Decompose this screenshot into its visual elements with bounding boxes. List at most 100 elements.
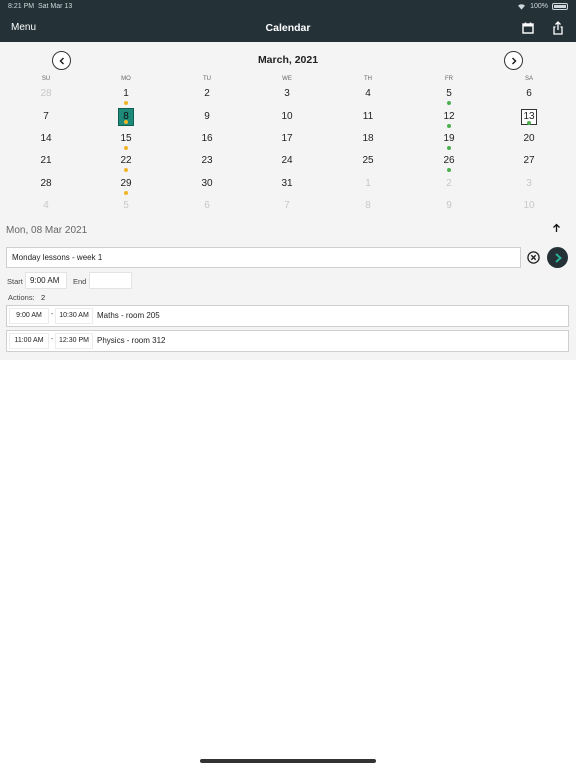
calendar-day[interactable]: 7 [267,196,307,216]
calendar-day[interactable]: 15 [106,129,146,150]
start-label: Start [7,277,23,286]
weekday-label: TH [364,76,372,82]
calendar-day[interactable]: 25 [348,151,388,171]
calendar-day[interactable]: 4 [348,84,388,104]
calendar-day[interactable]: 20 [509,129,549,149]
share-icon[interactable] [550,20,566,36]
day-number: 6 [526,88,532,99]
calendar-day[interactable]: 28 [26,84,66,104]
end-time-field[interactable] [89,272,132,289]
calendar-day[interactable]: 29 [106,174,146,195]
calendar-day[interactable]: 17 [267,129,307,149]
day-number: 17 [281,133,293,144]
actions-label: Actions: [8,293,35,302]
weekday-label: WE [282,76,292,82]
action-description: Maths - room 205 [97,311,160,320]
day-number: 2 [204,88,210,99]
battery-percent: 100% [530,3,548,10]
calendar-day[interactable]: 1 [106,84,146,105]
day-number: 3 [526,178,532,189]
day-number: 25 [362,155,374,166]
day-number: 8 [365,200,371,211]
action-row[interactable]: 11:00 AM - 12:30 PM Physics - room 312 [6,330,569,352]
day-number: 6 [204,200,210,211]
event-dot-icon [447,146,451,150]
calendar-day-today[interactable]: 13 [521,109,537,125]
calendar-day-selected[interactable]: 8 [118,108,134,126]
calendar-icon[interactable] [520,20,536,36]
day-number: 1 [123,88,129,99]
weekday-label: TU [203,76,211,82]
day-number: 4 [365,88,371,99]
calendar-day[interactable]: 23 [187,151,227,171]
calendar-day[interactable]: 3 [509,174,549,194]
calendar-day[interactable]: 21 [26,151,66,171]
action-end-time[interactable]: 12:30 PM [55,333,93,349]
action-row[interactable]: 9:00 AM - 10:30 AM Maths - room 205 [6,305,569,327]
calendar-day[interactable]: 9 [429,196,469,216]
actions-count: 2 [41,293,46,302]
calendar-day[interactable]: 19 [429,129,469,150]
home-indicator [200,759,376,763]
start-time-field[interactable]: 9:00 AM [25,272,67,289]
calendar-day[interactable]: 8 [348,196,388,216]
calendar-day[interactable]: 3 [267,84,307,104]
day-number: 7 [284,200,290,211]
calendar-day[interactable]: 28 [26,174,66,194]
calendar-day[interactable]: 24 [267,151,307,171]
day-number: 9 [446,200,452,211]
day-number: 19 [443,133,455,144]
calendar-day[interactable]: 31 [267,174,307,194]
day-number: 4 [43,200,49,211]
day-number: 2 [446,178,452,189]
calendar-day[interactable]: 10 [267,107,307,127]
submit-button[interactable] [547,247,568,268]
day-number: 26 [443,155,455,166]
calendar-day[interactable]: 6 [187,196,227,216]
event-dot-icon [447,124,451,128]
day-number: 30 [201,178,213,189]
day-number: 1 [365,178,371,189]
calendar-day[interactable]: 22 [106,151,146,172]
calendar-day[interactable]: 7 [26,107,66,127]
calendar-day[interactable]: 5 [429,84,469,105]
day-number: 16 [201,133,213,144]
calendar-day[interactable]: 1 [348,174,388,194]
calendar-day[interactable]: 9 [187,107,227,127]
calendar-day[interactable]: 14 [26,129,66,149]
calendar-day[interactable]: 18 [348,129,388,149]
page-title: Calendar [265,22,311,34]
action-start-time[interactable]: 9:00 AM [9,308,49,324]
next-month-button[interactable] [504,51,523,70]
calendar-day[interactable]: 2 [429,174,469,194]
calendar-day[interactable]: 10 [509,196,549,216]
action-end-time[interactable]: 10:30 AM [55,308,93,324]
calendar-day[interactable]: 5 [106,196,146,216]
calendar-day[interactable]: 27 [509,151,549,171]
calendar-day[interactable]: 4 [26,196,66,216]
wifi-icon [518,4,526,10]
note-field[interactable]: Monday lessons - week 1 [6,247,521,268]
calendar-day[interactable]: 11 [348,107,388,127]
calendar-day[interactable]: 12 [429,107,469,128]
event-dot-icon [124,168,128,172]
calendar-day[interactable]: 16 [187,129,227,149]
day-number: 3 [284,88,290,99]
event-dot-icon [447,168,451,172]
day-number: 11 [362,111,374,122]
collapse-up-arrow-icon[interactable] [552,223,561,236]
day-number: 18 [362,133,374,144]
clear-icon[interactable] [527,251,540,264]
calendar-day[interactable]: 30 [187,174,227,194]
battery-icon [552,3,568,10]
day-number: 21 [40,155,52,166]
status-right: 100% [517,3,568,10]
action-start-time[interactable]: 11:00 AM [9,333,49,349]
calendar-day[interactable]: 26 [429,151,469,172]
nav-bar: Menu Calendar [0,14,576,42]
event-dot-icon [124,146,128,150]
time-separator: - [51,311,54,318]
day-number: 10 [523,200,535,211]
calendar-day[interactable]: 6 [509,84,549,104]
calendar-day[interactable]: 2 [187,84,227,104]
